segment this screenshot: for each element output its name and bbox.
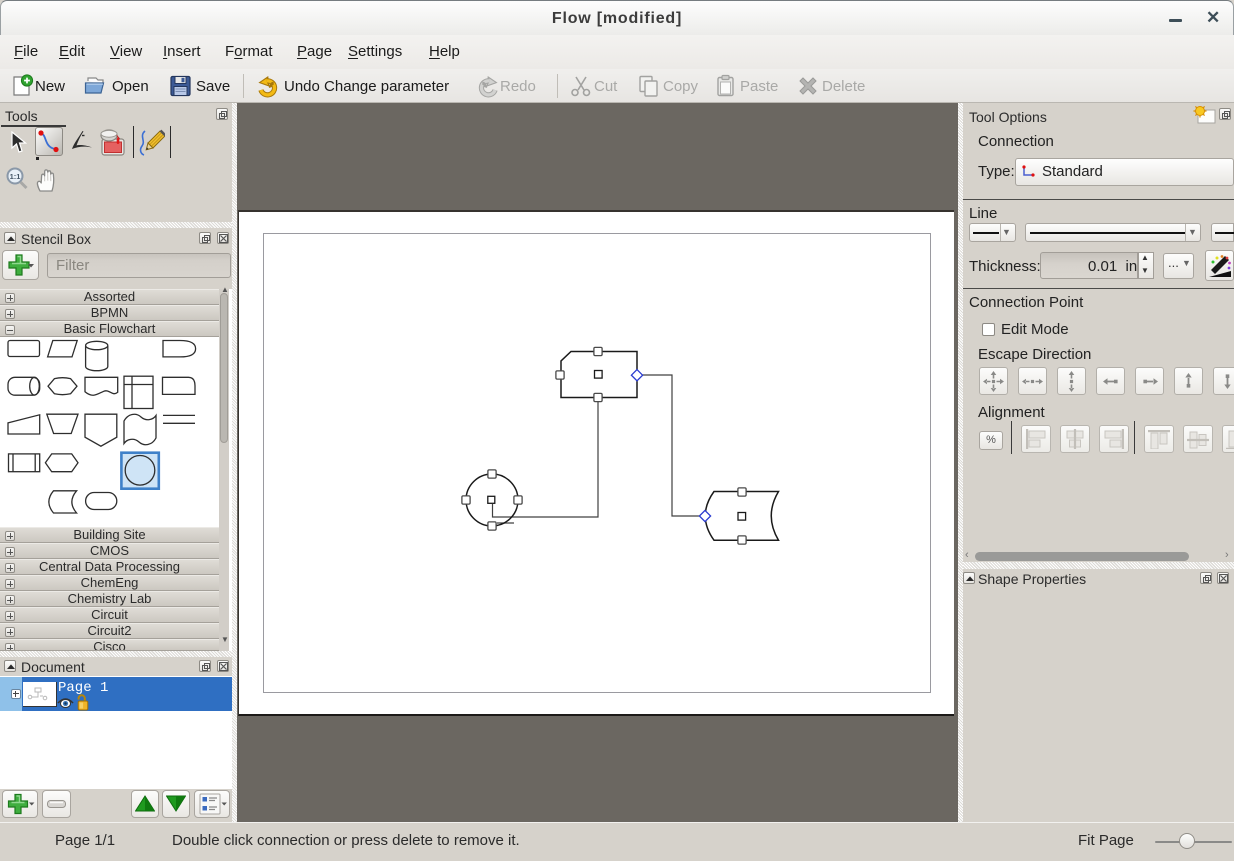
- svg-text:1:1: 1:1: [10, 172, 21, 181]
